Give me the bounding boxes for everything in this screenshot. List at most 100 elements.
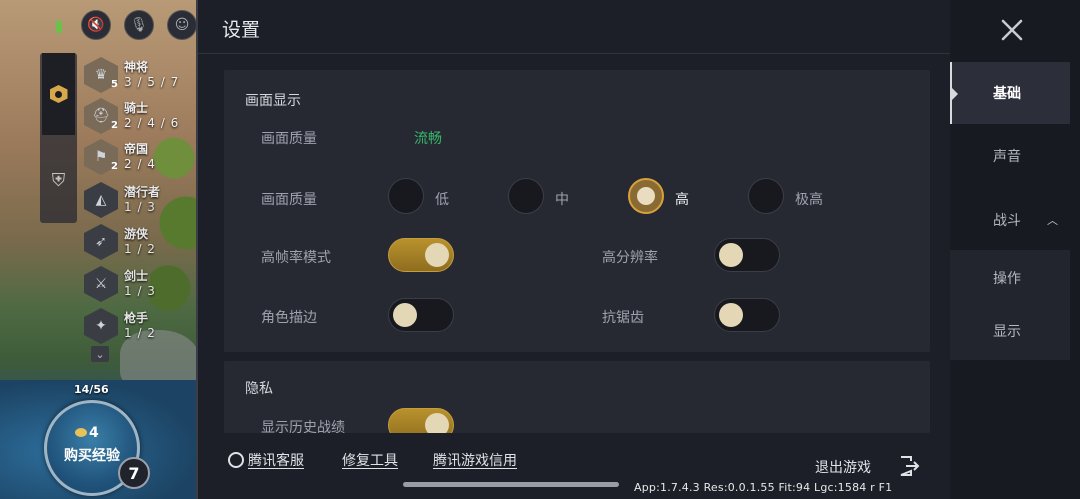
- privacy-settings-card: 隐私 显示历史战绩: [224, 361, 930, 433]
- trait-level: 5: [111, 79, 118, 90]
- chevron-down-icon[interactable]: ⌄: [91, 346, 109, 362]
- player-level-badge: 7: [118, 457, 150, 489]
- trait-name: 潜行者: [124, 185, 161, 199]
- quality-current-label: 画面质量: [261, 131, 317, 147]
- nav-item-label: 战斗: [993, 213, 1021, 229]
- footer-links: 腾讯客服 修复工具 腾讯游戏信用 退出游戏: [198, 450, 952, 480]
- nav-item-display[interactable]: 显示: [950, 321, 1070, 345]
- nav-item-controls[interactable]: 操作: [950, 268, 1070, 292]
- quality-option-high[interactable]: 高: [675, 189, 689, 209]
- trait-name: 神将: [124, 60, 149, 74]
- armor-icon: ⛨: [51, 169, 66, 191]
- nav-item-label: 声音: [993, 149, 1021, 165]
- antialias-label: 抗锯齿: [602, 310, 644, 326]
- trait-tab-synergy[interactable]: [42, 53, 75, 135]
- trait-counts: 1 / 2: [124, 242, 156, 256]
- selected-arrow-icon: [952, 88, 958, 100]
- trait-item[interactable]: ✦ 枪手 1 / 2: [84, 306, 194, 346]
- trait-item[interactable]: ➶ 游侠 1 / 2: [84, 222, 194, 262]
- nav-item-sound[interactable]: 声音: [950, 146, 1070, 170]
- sword-icon: ⚔: [84, 266, 118, 302]
- debug-info: App:1.7.4.3 Res:0.0.1.55 Fit:94 Lgc:1584…: [634, 481, 893, 494]
- quality-current-value: 流畅: [414, 131, 442, 147]
- chevron-up-icon: ︿: [1047, 214, 1058, 227]
- trait-counts: 3 / 5 / 7: [124, 75, 180, 89]
- high-fps-toggle[interactable]: [388, 238, 454, 272]
- outline-toggle[interactable]: [388, 298, 454, 332]
- toggle-knob: [393, 303, 417, 327]
- close-icon[interactable]: [998, 16, 1026, 44]
- trait-tab-equipment[interactable]: ⛨: [42, 139, 75, 221]
- settings-nav: 基础 声音 战斗 ︿ 操作 显示: [950, 0, 1080, 499]
- headset-icon[interactable]: [228, 452, 244, 468]
- quality-label: 画面质量: [261, 192, 317, 208]
- home-indicator[interactable]: [403, 482, 619, 487]
- nav-item-label: 显示: [993, 324, 1021, 340]
- trait-level: 2: [111, 120, 118, 131]
- nav-item-combat[interactable]: 战斗 ︿: [950, 210, 1070, 234]
- display-settings-card: 画面显示 画面质量 流畅 画面质量 低 中 高 极高 高帧率模式 高分辨率 角色…: [224, 70, 930, 352]
- speaker-muted-icon[interactable]: 🔇: [81, 10, 111, 40]
- trait-item[interactable]: ⚔ 剑士 1 / 3: [84, 264, 194, 304]
- nav-item-label: 基础: [993, 86, 1021, 102]
- gun-icon: ✦: [84, 308, 118, 344]
- trait-item[interactable]: ⚑ 2 帝国 2 / 4: [84, 137, 194, 177]
- quality-option-medium[interactable]: 中: [555, 189, 569, 209]
- section-title-privacy: 隐私: [245, 381, 273, 397]
- game-credit-link[interactable]: 腾讯游戏信用: [433, 450, 517, 470]
- quality-option-low[interactable]: 低: [435, 189, 449, 209]
- high-res-label: 高分辨率: [602, 250, 658, 266]
- toggle-knob: [425, 243, 449, 267]
- nav-item-label: 操作: [993, 271, 1021, 287]
- trait-tabs: ⛨: [40, 53, 77, 223]
- trait-counts: 2 / 4 / 6: [124, 116, 180, 130]
- trait-item[interactable]: ♛ 5 神将 3 / 5 / 7: [84, 55, 194, 95]
- bow-icon: ➶: [84, 224, 118, 260]
- outline-label: 角色描边: [261, 310, 317, 326]
- toggle-knob: [719, 243, 743, 267]
- coin-icon: [75, 428, 87, 437]
- quality-radio-high[interactable]: [628, 178, 664, 214]
- settings-panel: 设置 画面显示 画面质量 流畅 画面质量 低 中 高 极高 高帧率模式 高分辨率…: [196, 0, 952, 499]
- history-label: 显示历史战绩: [261, 420, 345, 433]
- exp-progress: 14/56: [74, 383, 109, 396]
- high-res-toggle[interactable]: [714, 238, 780, 272]
- trait-counts: 2 / 4: [124, 157, 156, 171]
- divider: [198, 53, 952, 54]
- trait-name: 骑士: [124, 101, 149, 115]
- high-fps-label: 高帧率模式: [261, 250, 331, 266]
- nav-item-basic[interactable]: 基础: [950, 62, 1070, 124]
- mic-muted-icon[interactable]: 🎙: [124, 10, 154, 40]
- exit-icon[interactable]: [898, 455, 920, 477]
- hood-icon: ◭: [84, 182, 118, 218]
- trait-item[interactable]: ⛑ 2 骑士 2 / 4 / 6: [84, 96, 194, 136]
- toggle-knob: [719, 303, 743, 327]
- trait-counts: 1 / 2: [124, 326, 156, 340]
- toggle-knob: [425, 413, 449, 433]
- synergy-hex-icon: [49, 85, 68, 103]
- quality-radio-low[interactable]: [388, 178, 424, 214]
- trait-item[interactable]: ◭ 潜行者 1 / 3: [84, 180, 194, 220]
- trait-name: 枪手: [124, 311, 149, 325]
- trait-counts: 1 / 3: [124, 284, 156, 298]
- emote-icon[interactable]: ☺: [167, 10, 197, 40]
- trait-counts: 1 / 3: [124, 200, 156, 214]
- trait-name: 游侠: [124, 227, 149, 241]
- support-link[interactable]: 腾讯客服: [248, 450, 304, 470]
- quality-radio-ultra[interactable]: [748, 178, 784, 214]
- trait-name: 帝国: [124, 142, 149, 156]
- quality-option-ultra[interactable]: 极高: [795, 189, 823, 209]
- trait-level: 2: [111, 161, 118, 172]
- signal-icon: ▮: [54, 15, 64, 35]
- antialias-toggle[interactable]: [714, 298, 780, 332]
- history-toggle[interactable]: [388, 408, 454, 433]
- section-title-display: 画面显示: [245, 93, 301, 109]
- exit-game-button[interactable]: 退出游戏: [815, 457, 871, 477]
- page-title: 设置: [222, 19, 261, 41]
- buy-exp-cost: 4: [75, 425, 99, 441]
- trait-name: 剑士: [124, 269, 149, 283]
- cost-value: 4: [89, 425, 99, 441]
- game-background: ▮ 🔇 🎙 ☺ ⛨ ♛ 5 神将 3 / 5 / 7 ⛑ 2 骑士 2 / 4 …: [0, 0, 200, 499]
- quality-radio-medium[interactable]: [508, 178, 544, 214]
- repair-tool-link[interactable]: 修复工具: [342, 450, 398, 470]
